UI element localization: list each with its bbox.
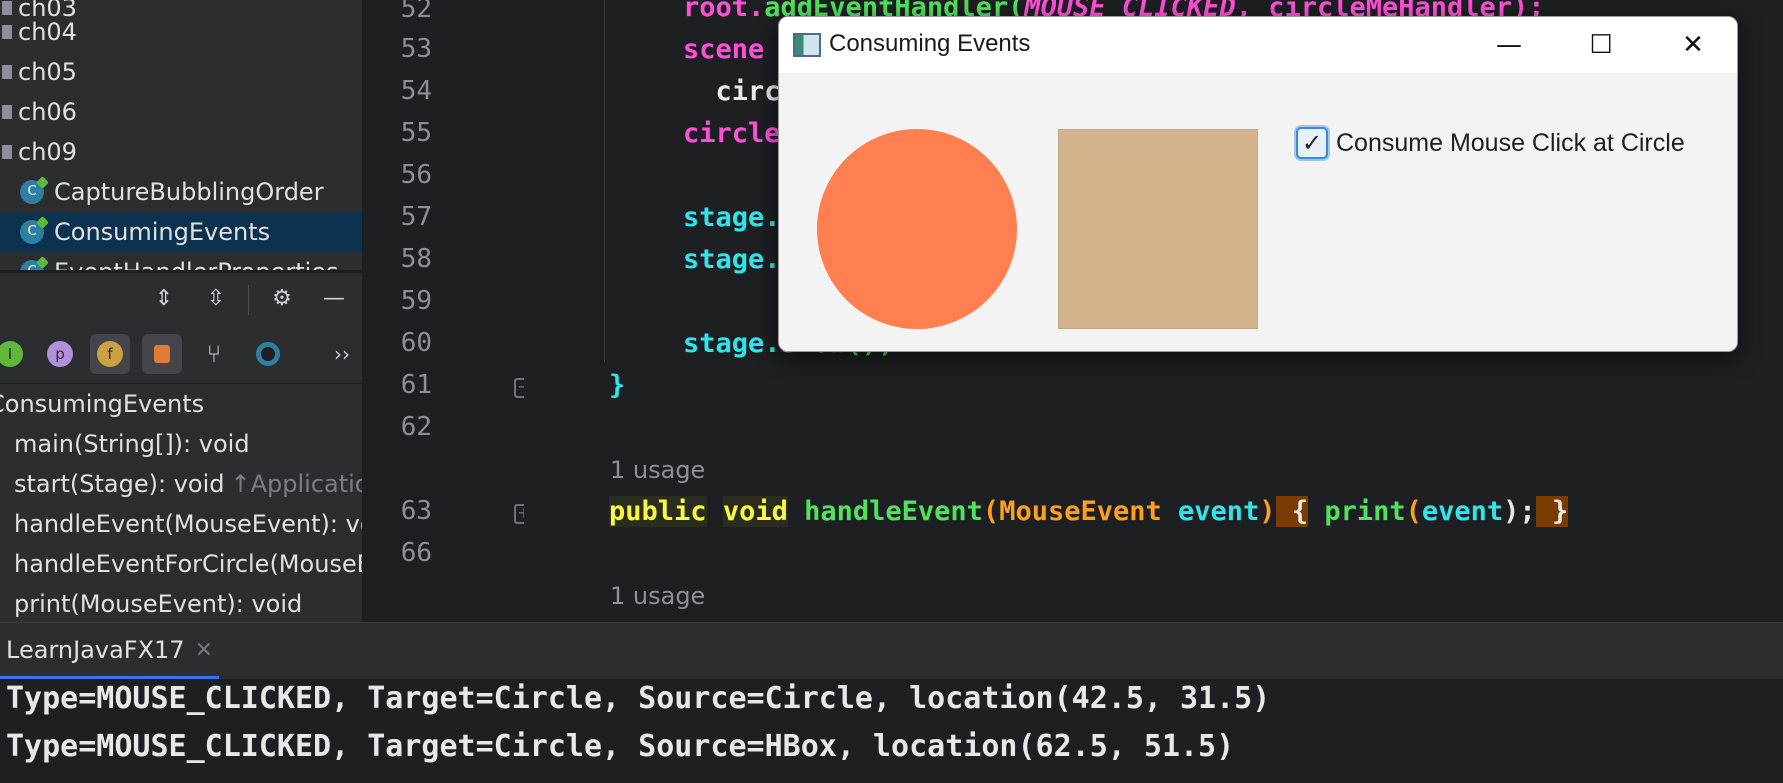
folder-icon: [2, 105, 12, 119]
folder-icon: [2, 145, 12, 159]
circle-icon: [256, 342, 280, 366]
show-non-public-button[interactable]: [142, 334, 182, 374]
structure-filter-bar: I p f ⑂ ››: [0, 324, 362, 384]
consume-click-checkbox-row[interactable]: ✓ Consume Mouse Click at Circle: [1296, 127, 1685, 159]
line-number: 60: [400, 328, 432, 358]
run-tab-learnjavafx17[interactable]: LearnJavaFX17 ×: [0, 623, 219, 679]
line-number: 55: [400, 118, 432, 148]
tree-item-ch05[interactable]: ch05: [0, 52, 362, 92]
code-line-61: }: [609, 370, 626, 401]
structure-toolbar: ⇕ ⇳ ⚙ —: [0, 272, 362, 324]
maximize-button[interactable]: ☐: [1555, 17, 1647, 73]
line-number: 61: [400, 370, 432, 400]
checkbox-label: Consume Mouse Click at Circle: [1336, 128, 1685, 157]
line-number: 62: [400, 412, 432, 442]
run-panel: LearnJavaFX17 × Type=MOUSE_CLICKED, Targ…: [0, 622, 1783, 783]
console-output-line: Type=MOUSE_CLICKED, Target=Circle, Sourc…: [6, 681, 1271, 716]
tree-item-ch06[interactable]: ch06: [0, 92, 362, 132]
java-class-icon: C: [20, 220, 44, 244]
structure-member[interactable]: handleEvent(MouseEvent): void: [14, 504, 362, 544]
line-number: 63: [400, 496, 432, 526]
line-number: 52: [400, 0, 432, 24]
property-icon: p: [47, 341, 73, 367]
window-content: ✓ Consume Mouse Click at Circle: [779, 73, 1737, 351]
inherited-icon: I: [0, 341, 23, 367]
java-class-icon: C: [20, 260, 44, 270]
line-number: 56: [400, 160, 432, 190]
show-properties-button[interactable]: p: [40, 334, 80, 374]
line-number: 59: [400, 286, 432, 316]
show-fields-button[interactable]: f: [90, 334, 130, 374]
code-line-58: stage.: [683, 244, 781, 275]
toolbar-divider: [248, 285, 249, 315]
tree-item-consumingevents[interactable]: C ConsumingEvents: [0, 212, 362, 252]
run-tab-bar: LearnJavaFX17 ×: [0, 623, 1783, 679]
usage-hint[interactable]: 1 usage: [610, 456, 705, 484]
show-inherited-button[interactable]: I: [0, 334, 30, 374]
structure-member[interactable]: handleEventForCircle(MouseEvent): void: [14, 544, 362, 584]
structure-member[interactable]: main(String[]): void: [14, 424, 250, 464]
minimize-button[interactable]: —: [1463, 17, 1555, 73]
fork-icon: ⑂: [206, 340, 222, 368]
editor-gutter: 52 53 54 55 56 57 58 59 60 61 62 63 66 /…: [362, 0, 578, 622]
orange-circle[interactable]: [817, 129, 1017, 329]
close-icon[interactable]: ×: [195, 637, 213, 662]
line-number: 53: [400, 34, 432, 64]
line-number: 54: [400, 76, 432, 106]
consuming-events-window: Consuming Events — ☐ ✕ ✓ Consume Mouse C…: [778, 16, 1738, 352]
java-app-icon: [793, 33, 821, 57]
lock-icon: [154, 345, 170, 363]
hide-panel-icon[interactable]: —: [320, 285, 348, 313]
project-tree-panel: ch03 ch04 ch05 ch06 ch09 C CaptureBubblin…: [0, 0, 362, 270]
show-lambdas-button[interactable]: ⑂: [194, 334, 234, 374]
expand-all-icon[interactable]: ⇕: [150, 285, 178, 313]
folder-icon: [2, 65, 12, 79]
tan-rectangle[interactable]: [1058, 129, 1258, 329]
line-number: 58: [400, 244, 432, 274]
tree-item-capturebubblingorder[interactable]: C CaptureBubblingOrder: [0, 172, 362, 212]
console-output-line: Type=MOUSE_CLICKED, Target=Circle, Sourc…: [6, 729, 1235, 764]
code-line-55: circle: [683, 118, 781, 149]
consume-click-checkbox[interactable]: ✓: [1296, 127, 1328, 159]
line-number: 66: [400, 538, 432, 568]
collapse-all-icon[interactable]: ⇳: [202, 285, 230, 313]
structure-root[interactable]: ConsumingEvents: [0, 384, 204, 424]
gear-icon[interactable]: ⚙: [268, 285, 296, 313]
usage-hint[interactable]: 1 usage: [610, 582, 705, 610]
structure-list: ConsumingEvents main(String[]): void sta…: [0, 384, 362, 622]
tree-item-eventhandlerproperties[interactable]: CEventHandlerProperties: [0, 252, 362, 270]
code-line-54: circ: [683, 76, 781, 107]
field-icon: f: [97, 341, 123, 367]
code-line-63: public void handleEvent(MouseEvent event…: [609, 496, 1569, 527]
chevron-right-icon: ››: [334, 342, 350, 366]
tree-item-ch04[interactable]: ch04: [0, 12, 362, 52]
tree-item-ch09[interactable]: ch09: [0, 132, 362, 172]
window-title: Consuming Events: [829, 30, 1031, 57]
code-line-53: scene: [683, 34, 765, 65]
java-class-icon: C: [20, 180, 44, 204]
checkmark-icon: ✓: [1301, 129, 1323, 157]
close-button[interactable]: ✕: [1647, 17, 1737, 73]
code-line-57: stage.: [683, 202, 781, 233]
show-anonymous-button[interactable]: [248, 334, 288, 374]
folder-icon: [2, 25, 12, 39]
structure-member[interactable]: start(Stage): void↑Application: [14, 464, 362, 504]
indent-guide: [604, 0, 605, 362]
line-number: 57: [400, 202, 432, 232]
more-filters-button[interactable]: ››: [322, 334, 362, 374]
window-titlebar[interactable]: Consuming Events — ☐ ✕: [779, 17, 1737, 73]
structure-member[interactable]: print(MouseEvent): void: [14, 584, 302, 622]
